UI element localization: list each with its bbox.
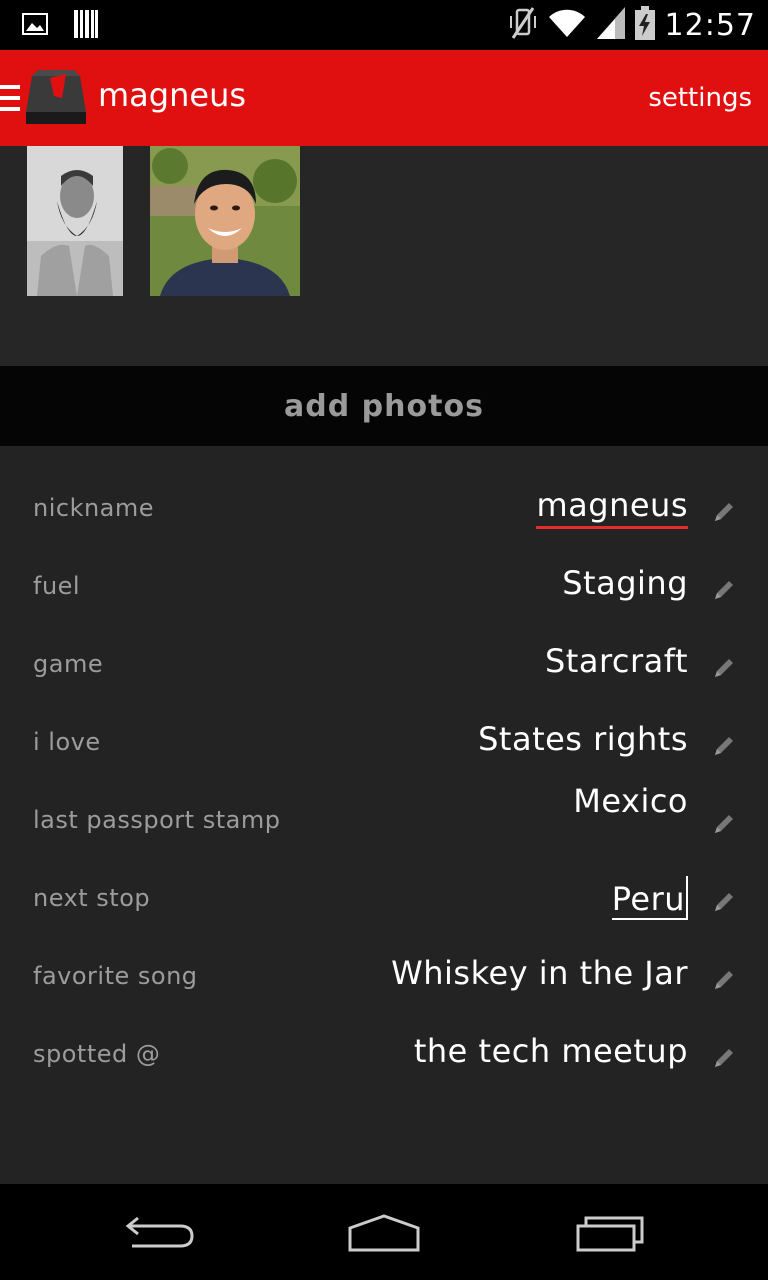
signal-icon — [596, 7, 625, 43]
battery-charging-icon — [634, 6, 655, 44]
field-value[interactable]: Mexico — [573, 782, 688, 820]
barcode-icon — [74, 10, 98, 42]
action-bar: magneus settings — [0, 50, 768, 146]
field-label: nickname — [33, 494, 155, 522]
field-value[interactable]: the tech meetup — [414, 1032, 688, 1070]
profile-fields: nickname magneus fuel Staging game Starc… — [0, 446, 768, 1184]
pencil-icon[interactable] — [712, 890, 736, 914]
app-title: magneus — [98, 76, 247, 114]
add-photos-button[interactable]: add photos — [0, 366, 768, 446]
navigation-bar — [0, 1184, 768, 1280]
field-label: spotted @ — [33, 1040, 161, 1068]
pencil-icon[interactable] — [712, 968, 736, 992]
field-label: favorite song — [33, 962, 198, 990]
back-icon[interactable] — [124, 1212, 196, 1256]
wifi-icon — [547, 7, 587, 43]
pencil-icon[interactable] — [712, 734, 736, 758]
add-photos-label: add photos — [284, 388, 484, 424]
pencil-icon[interactable] — [712, 500, 736, 524]
field-label: game — [33, 650, 104, 678]
field-value[interactable]: Staging — [562, 564, 688, 602]
pencil-icon[interactable] — [712, 812, 736, 836]
home-icon[interactable] — [346, 1212, 422, 1256]
field-value[interactable]: States rights — [478, 720, 688, 758]
field-label: next stop — [33, 884, 151, 912]
pencil-icon[interactable] — [712, 656, 736, 680]
field-last-passport-stamp[interactable]: last passport stamp Mexico — [0, 768, 768, 846]
clock: 12:57 — [664, 7, 756, 43]
field-spotted[interactable]: spotted @ the tech meetup — [0, 1002, 768, 1080]
status-bar: 12:57 — [0, 0, 768, 50]
field-value[interactable]: magneus — [536, 486, 688, 529]
settings-button[interactable]: settings — [648, 83, 752, 113]
menu-icon[interactable] — [0, 85, 20, 115]
pencil-icon[interactable] — [712, 578, 736, 602]
field-game[interactable]: game Starcraft — [0, 612, 768, 690]
field-value[interactable]: Starcraft — [545, 642, 688, 680]
field-fuel[interactable]: fuel Staging — [0, 534, 768, 612]
profile-photo-1[interactable] — [27, 146, 123, 296]
recent-apps-icon[interactable] — [574, 1212, 646, 1256]
vibrate-off-icon — [509, 6, 537, 44]
field-value[interactable]: Peru — [611, 876, 688, 920]
field-label: last passport stamp — [33, 806, 281, 834]
photos-area — [0, 146, 768, 366]
field-i-love[interactable]: i love States rights — [0, 690, 768, 768]
field-label: fuel — [33, 572, 81, 600]
profile-photo-2[interactable] — [150, 146, 300, 296]
field-nickname[interactable]: nickname magneus — [0, 456, 768, 534]
picture-icon — [22, 12, 48, 40]
field-value[interactable]: Whiskey in the Jar — [391, 954, 688, 992]
app-logo-icon[interactable] — [24, 68, 88, 128]
field-next-stop[interactable]: next stop Peru — [0, 846, 768, 924]
field-favorite-song[interactable]: favorite song Whiskey in the Jar — [0, 924, 768, 1002]
pencil-icon[interactable] — [712, 1046, 736, 1070]
field-label: i love — [33, 728, 101, 756]
